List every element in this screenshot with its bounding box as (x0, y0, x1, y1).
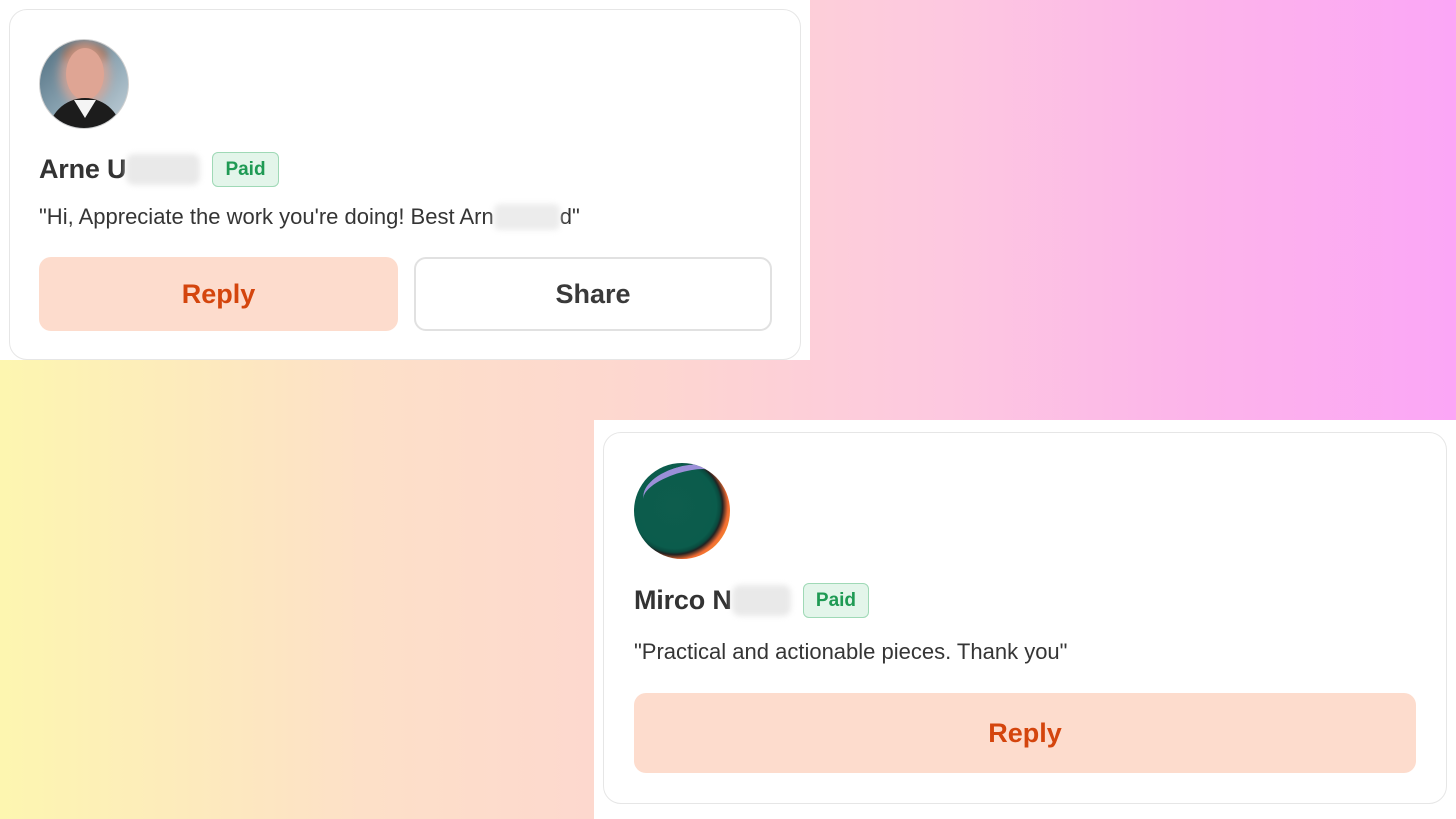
author-name: Mirco Nxxxx (634, 585, 791, 616)
paid-badge: Paid (802, 583, 870, 618)
card-container-2: Mirco Nxxxx Paid "Practical and actionab… (594, 420, 1456, 819)
author-row: Mirco Nxxxx Paid (634, 583, 870, 618)
abstract-circle-icon (634, 463, 730, 559)
supporter-card: Arne Uxxxxx Paid "Hi, Appreciate the wor… (9, 9, 801, 360)
author-row: Arne Uxxxxx Paid (39, 152, 279, 187)
supporter-message: "Hi, Appreciate the work you're doing! B… (39, 204, 580, 230)
supporter-card: Mirco Nxxxx Paid "Practical and actionab… (603, 432, 1447, 804)
reply-button[interactable]: Reply (39, 257, 398, 331)
supporter-message: "Practical and actionable pieces. Thank … (634, 639, 1068, 664)
share-button[interactable]: Share (414, 257, 772, 331)
reply-button[interactable]: Reply (634, 693, 1416, 773)
author-name: Arne Uxxxxx (39, 154, 201, 185)
card-container-1: Arne Uxxxxx Paid "Hi, Appreciate the wor… (0, 0, 810, 360)
paid-badge: Paid (212, 152, 279, 187)
person-photo-icon (39, 39, 129, 129)
